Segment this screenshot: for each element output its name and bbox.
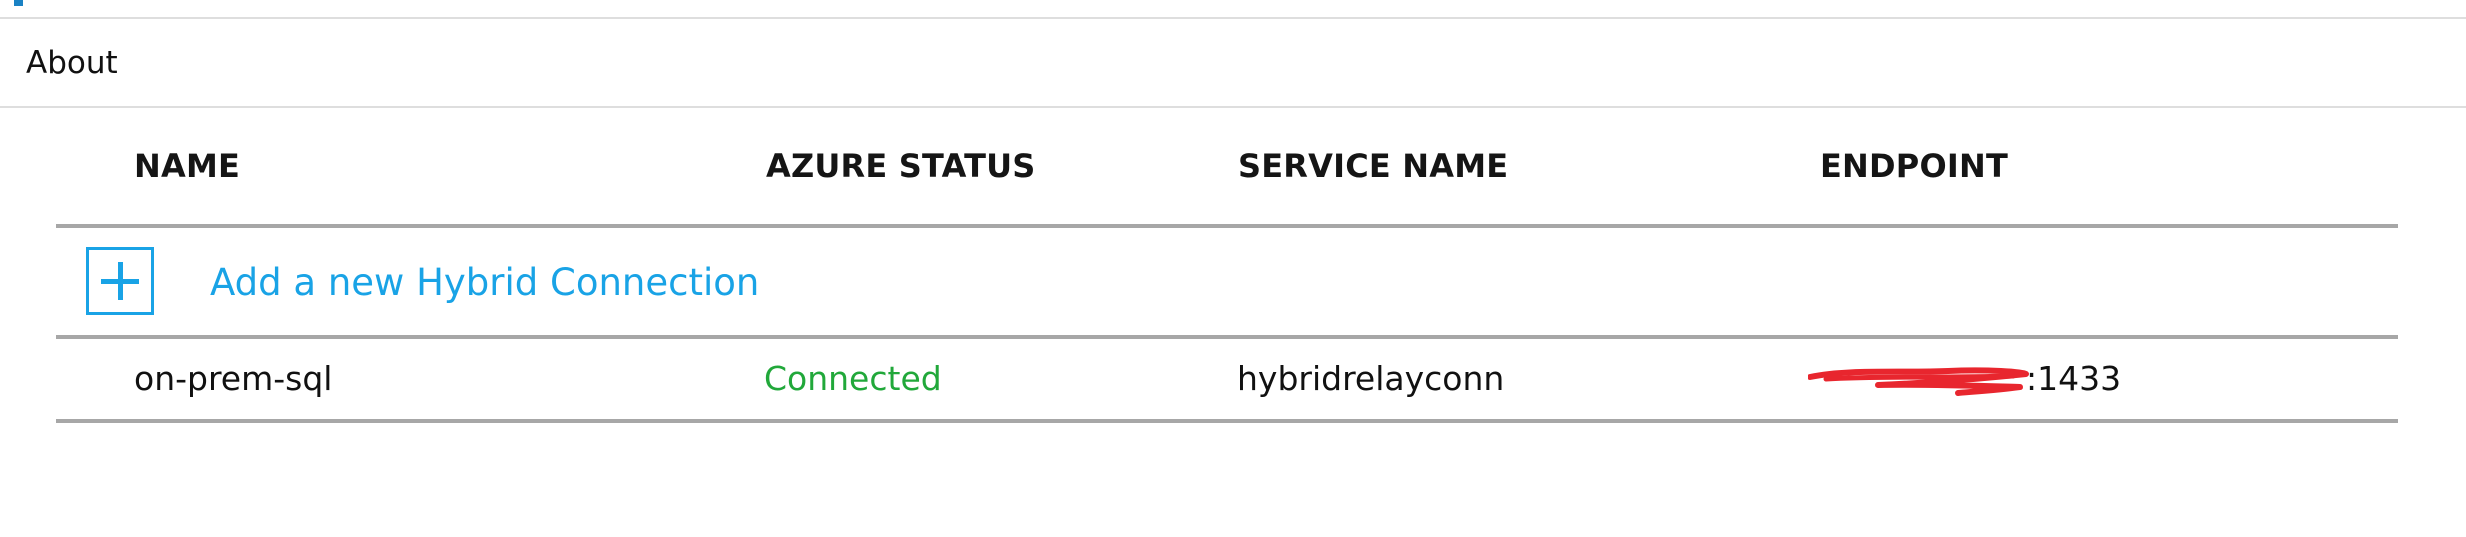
endpoint-cell: :1433 <box>1808 359 2168 399</box>
add-hybrid-connection-link[interactable]: Add a new Hybrid Connection <box>210 261 759 305</box>
azure-status-cell: Connected <box>764 359 942 398</box>
column-header-azure-status[interactable]: AZURE STATUS <box>766 146 1036 186</box>
about-menu-item[interactable]: About <box>26 45 118 81</box>
service-name-cell: hybridrelayconn <box>1237 359 1505 398</box>
table-bottom-divider <box>56 419 2398 423</box>
connection-name-cell: on-prem-sql <box>134 359 333 398</box>
column-header-endpoint[interactable]: ENDPOINT <box>1820 146 2008 186</box>
column-header-service-name[interactable]: SERVICE NAME <box>1238 146 1508 186</box>
top-accent-bar <box>14 0 23 6</box>
hybrid-connections-page: About NAME AZURE STATUS SERVICE NAME END… <box>0 0 2466 537</box>
endpoint-port-text: :1433 <box>2026 359 2122 398</box>
plus-icon[interactable] <box>86 247 154 315</box>
column-header-name[interactable]: NAME <box>134 146 240 186</box>
table-row[interactable]: on-prem-sql Connected hybridrelayconn :1… <box>56 339 2398 419</box>
menu-bar: About <box>0 19 2466 108</box>
add-hybrid-connection-row[interactable]: Add a new Hybrid Connection <box>56 228 2398 335</box>
